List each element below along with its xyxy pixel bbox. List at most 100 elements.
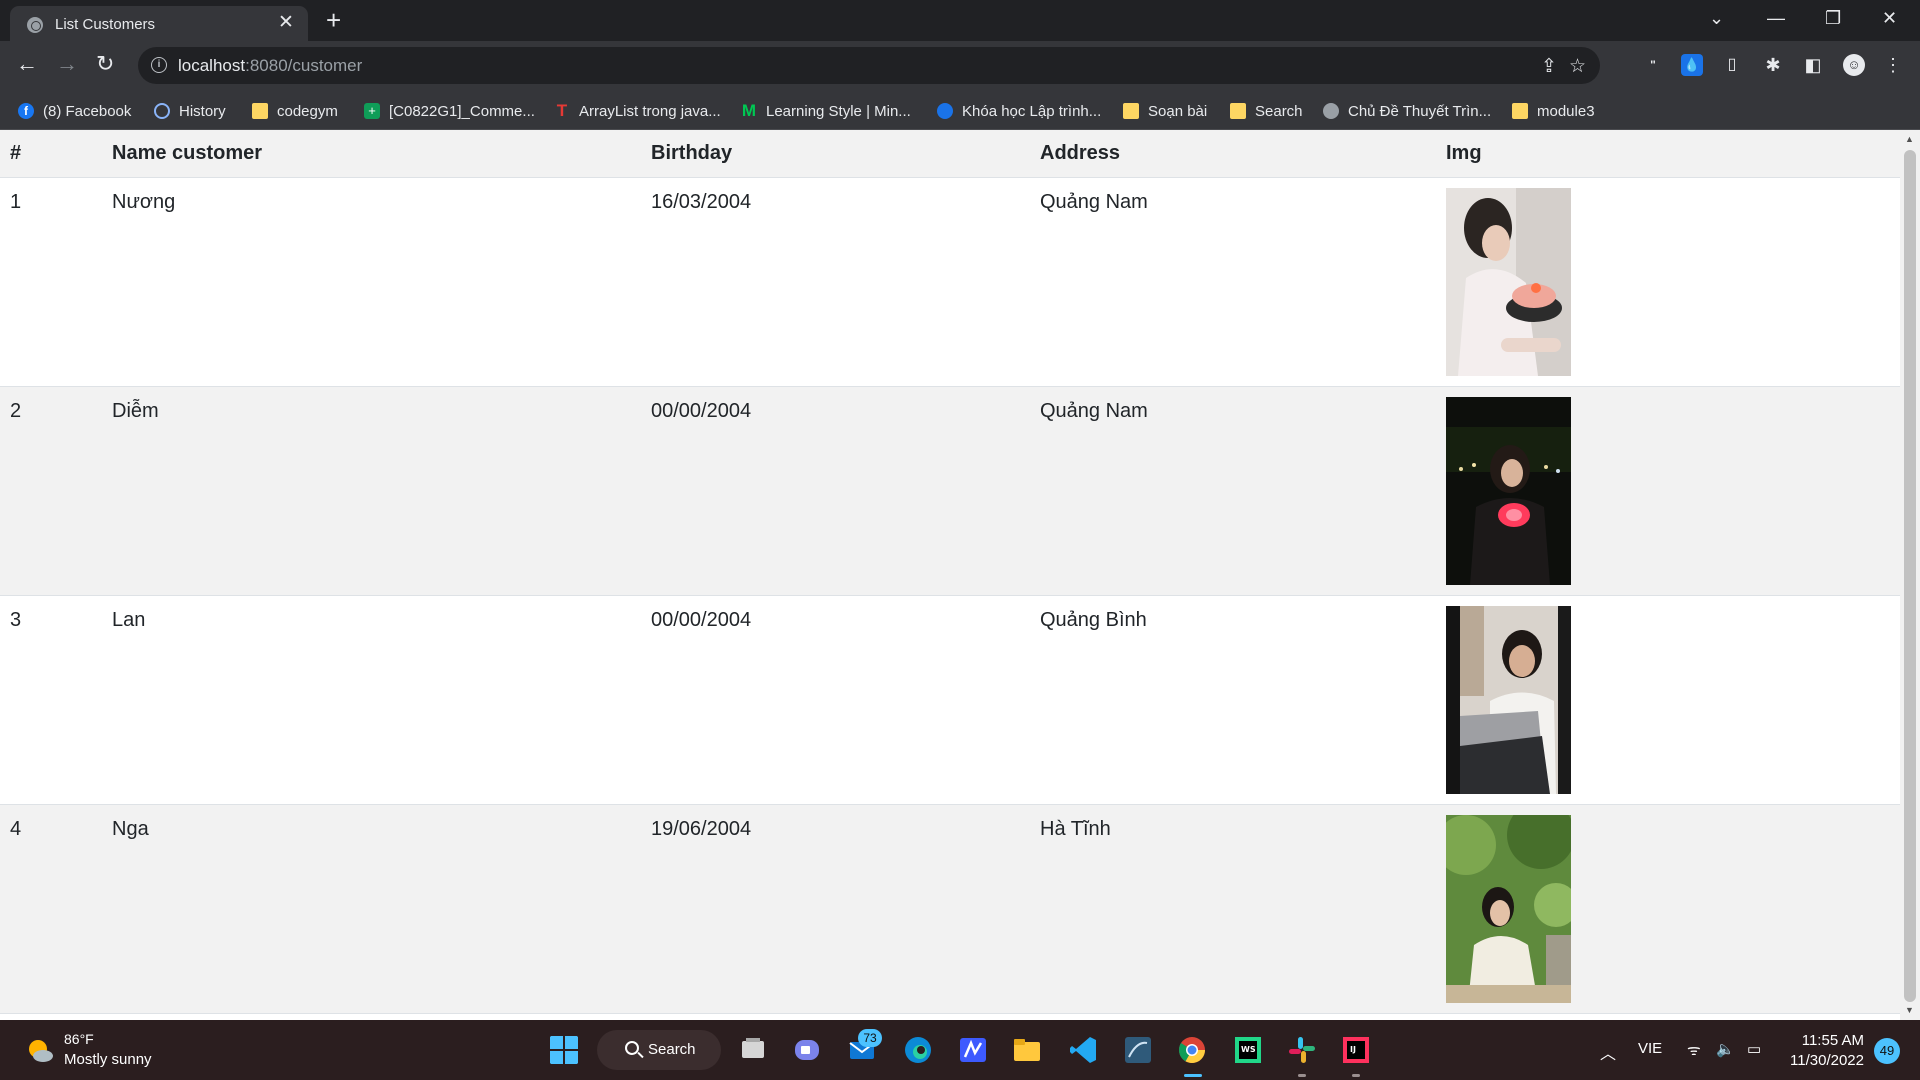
wifi-icon[interactable]: ᯤ	[1687, 1040, 1701, 1060]
extension-drop-icon[interactable]: 💧	[1681, 54, 1703, 76]
browser-tab-active[interactable]: List Customers ✕	[10, 6, 308, 41]
page-content: # Name customer Birthday Address Img 1 N…	[0, 130, 1900, 1020]
cell-address: Hà Tĩnh	[1040, 817, 1111, 840]
extension-phone-icon[interactable]: ▯	[1721, 54, 1743, 76]
bookmark-history[interactable]: History	[154, 101, 226, 121]
profile-avatar-icon[interactable]: ☺	[1843, 54, 1865, 76]
intellij-idea-icon[interactable]: IJ	[1341, 1035, 1371, 1065]
table-row: 2 Diễm 00/00/2004 Quảng Nam	[0, 386, 1900, 595]
svg-text:IJ: IJ	[1350, 1045, 1356, 1054]
folder-icon	[1230, 103, 1246, 119]
bookmark-label: (8) Facebook	[43, 102, 132, 120]
cell-index: 2	[10, 399, 22, 422]
close-tab-icon[interactable]: ✕	[278, 13, 294, 32]
close-window-icon[interactable]: ✕	[1882, 6, 1897, 30]
history-icon	[154, 103, 170, 119]
bookmark-khoa-hoc[interactable]: Khóa học Lập trình...	[937, 101, 1101, 121]
bookmark-learning-style[interactable]: M Learning Style | Min...	[741, 101, 911, 121]
clock-time[interactable]: 11:55 AM	[1800, 1032, 1864, 1049]
language-indicator[interactable]: VIE	[1638, 1040, 1662, 1057]
cell-name: Nương	[112, 190, 176, 213]
customer-photo	[1436, 800, 1578, 1003]
customer-table: # Name customer Birthday Address Img 1 N…	[0, 130, 1900, 1014]
address-bar[interactable]: i localhost:8080/customer ⇪ ☆	[138, 47, 1600, 84]
notification-count-badge[interactable]: 49	[1874, 1038, 1900, 1064]
volume-icon[interactable]: 🔈	[1716, 1040, 1735, 1058]
vscode-icon[interactable]	[1068, 1035, 1098, 1065]
scrollbar-thumb[interactable]	[1904, 150, 1916, 1002]
site-info-icon[interactable]: i	[151, 57, 167, 73]
cell-index: 4	[10, 817, 22, 840]
intellij-running-indicator	[1352, 1074, 1360, 1077]
t-icon: T	[556, 101, 568, 120]
bookmark-facebook[interactable]: f (8) Facebook	[18, 101, 131, 121]
chrome-icon[interactable]	[1177, 1035, 1207, 1065]
scroll-down-icon[interactable]: ▼	[1905, 1005, 1914, 1015]
url-text[interactable]: localhost:8080/customer	[178, 56, 362, 76]
forward-icon[interactable]: →	[56, 52, 78, 76]
new-tab-icon[interactable]: +	[326, 6, 341, 34]
extension-quote-icon[interactable]: "	[1642, 54, 1664, 76]
minimize-icon[interactable]: —	[1767, 6, 1785, 30]
cell-img	[1436, 177, 1900, 386]
mysql-workbench-icon[interactable]	[1123, 1035, 1153, 1065]
bookmark-star-icon[interactable]: ☆	[1569, 55, 1586, 78]
tray-overflow-chevron-icon[interactable]: ︿	[1600, 1040, 1616, 1064]
weather-sun-cloud-icon[interactable]	[26, 1037, 54, 1065]
weather-temperature[interactable]: 86°F	[64, 1031, 94, 1047]
bookmark-search[interactable]: Search	[1230, 101, 1303, 121]
weather-description[interactable]: Mostly sunny	[64, 1051, 152, 1068]
file-explorer-icon[interactable]	[1012, 1035, 1042, 1065]
table-row: 3 Lan 00/00/2004 Quảng Bình	[0, 595, 1900, 804]
bookmark-chu-de[interactable]: Chủ Đề Thuyết Trìn...	[1323, 101, 1491, 121]
extensions-puzzle-icon[interactable]: ✱	[1762, 54, 1784, 76]
taskbar-search-box[interactable]: Search	[597, 1030, 721, 1070]
restore-icon[interactable]: ❐	[1825, 6, 1841, 30]
teams-chat-icon[interactable]	[792, 1035, 822, 1065]
bookmark-label: module3	[1537, 102, 1595, 120]
tab-search-chevron-icon[interactable]: ⌄	[1709, 6, 1724, 30]
bookmark-label: Search	[1255, 102, 1303, 120]
webstorm-icon[interactable]: WS	[1233, 1035, 1263, 1065]
battery-icon[interactable]: ▭	[1747, 1040, 1761, 1058]
column-header-address: Address	[1030, 130, 1436, 178]
reload-icon[interactable]: ↻	[96, 52, 114, 76]
math-app-icon[interactable]	[958, 1035, 988, 1065]
bookmark-c0822g1[interactable]: + [C0822G1]_Comme...	[364, 101, 535, 121]
globe-icon	[937, 103, 953, 119]
menu-kebab-icon[interactable]: ⋮	[1882, 54, 1904, 76]
cell-birthday: 16/03/2004	[651, 190, 752, 213]
cell-index: 1	[10, 190, 22, 213]
bookmark-module3[interactable]: module3	[1512, 101, 1595, 121]
column-header-index: #	[0, 130, 102, 178]
bookmarks-bar: f (8) Facebook History codegym + [C0822G…	[0, 90, 1920, 130]
windows-start-icon[interactable]	[549, 1035, 579, 1065]
tab-title: List Customers	[55, 16, 156, 33]
globe-icon	[1323, 103, 1339, 119]
folder-icon	[252, 103, 268, 119]
back-icon[interactable]: ←	[16, 52, 38, 76]
edge-browser-icon[interactable]	[903, 1035, 933, 1065]
bookmark-soan-bai[interactable]: Soạn bài	[1123, 101, 1207, 121]
customer-photo	[1446, 187, 1571, 376]
table-row: 1 Nương 16/03/2004 Quảng Nam	[0, 177, 1900, 386]
bookmark-label: Soạn bài	[1148, 102, 1208, 120]
m-icon: M	[741, 101, 757, 120]
bookmark-arraylist[interactable]: T ArrayList trong java...	[554, 101, 721, 121]
bookmark-label: ArrayList trong java...	[579, 102, 721, 120]
scroll-up-icon[interactable]: ▲	[1905, 134, 1914, 144]
share-icon[interactable]: ⇪	[1541, 55, 1557, 78]
task-view-icon[interactable]	[738, 1035, 768, 1065]
webstorm-running-indicator	[1298, 1074, 1306, 1077]
bookmark-label: Chủ Đề Thuyết Trìn...	[1348, 102, 1492, 120]
chrome-running-indicator	[1184, 1074, 1202, 1077]
clock-date[interactable]: 11/30/2022	[1785, 1052, 1864, 1069]
bookmark-codegym[interactable]: codegym	[252, 101, 338, 121]
customer-photo	[1446, 605, 1571, 794]
slack-icon[interactable]	[1287, 1035, 1317, 1065]
bookmark-label: Khóa học Lập trình...	[962, 102, 1102, 120]
side-panel-icon[interactable]: ◧	[1802, 54, 1824, 76]
page-scrollbar[interactable]: ▲ ▼	[1900, 130, 1920, 1020]
cell-name: Diễm	[112, 399, 159, 422]
cell-address: Quảng Bình	[1040, 608, 1147, 631]
